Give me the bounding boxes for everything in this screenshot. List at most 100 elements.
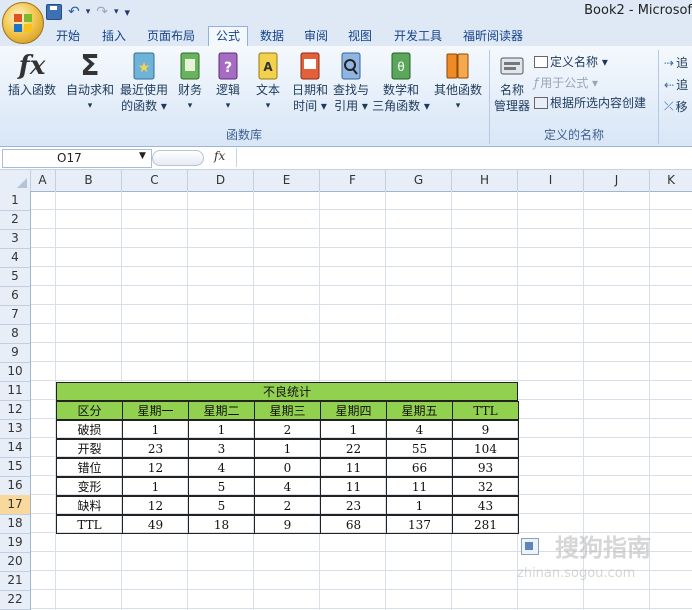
- more-functions-button[interactable]: 其他函数 ▾: [430, 50, 486, 114]
- row-header[interactable]: 17: [0, 495, 30, 515]
- row-header[interactable]: 21: [0, 571, 30, 591]
- row-header[interactable]: 15: [0, 457, 30, 477]
- text-button[interactable]: A 文本 ▾: [252, 50, 284, 114]
- tab-foxit-reader[interactable]: 福昕阅读器: [456, 27, 530, 46]
- tab-home[interactable]: 开始: [50, 27, 86, 46]
- row-header[interactable]: 11: [0, 381, 30, 401]
- table-cell[interactable]: 9: [452, 420, 519, 439]
- row-header[interactable]: 4: [0, 248, 30, 268]
- name-manager-button[interactable]: 名称 管理器: [490, 50, 534, 114]
- table-cell[interactable]: 1: [188, 420, 255, 439]
- column-header-e[interactable]: E: [254, 170, 320, 191]
- table-cell[interactable]: 5: [188, 477, 255, 496]
- column-header-a[interactable]: A: [30, 170, 56, 191]
- tab-view[interactable]: 视图: [342, 27, 378, 46]
- row-header[interactable]: 3: [0, 229, 30, 249]
- column-header-b[interactable]: B: [56, 170, 122, 191]
- table-cell[interactable]: 1: [320, 420, 387, 439]
- tab-insert[interactable]: 插入: [96, 27, 132, 46]
- table-cell[interactable]: 1: [386, 496, 453, 515]
- remove-arrows-button[interactable]: ⤫ 移: [664, 98, 688, 115]
- save-icon[interactable]: [46, 4, 62, 20]
- redo-icon[interactable]: ↷: [96, 4, 108, 20]
- table-cell[interactable]: 23: [122, 439, 189, 458]
- select-all-corner[interactable]: [0, 170, 31, 191]
- table-cell[interactable]: 49: [122, 515, 189, 534]
- row-label-cell[interactable]: 变形: [56, 477, 123, 496]
- dropdown-arrow-icon[interactable]: ▾: [114, 7, 119, 17]
- tab-developer[interactable]: 开发工具: [388, 27, 448, 46]
- table-cell[interactable]: 1: [254, 439, 321, 458]
- undo-icon[interactable]: ↶: [68, 4, 80, 20]
- table-cell[interactable]: 55: [386, 439, 453, 458]
- tab-review[interactable]: 审阅: [298, 27, 334, 46]
- table-cell[interactable]: 11: [386, 477, 453, 496]
- row-header[interactable]: 2: [0, 210, 30, 230]
- table-cell[interactable]: 0: [254, 458, 321, 477]
- table-header-cell[interactable]: 星期一: [122, 401, 189, 420]
- table-header-cell[interactable]: 星期五: [386, 401, 453, 420]
- define-name-button[interactable]: 定义名称 ▾: [534, 53, 608, 70]
- table-cell[interactable]: 66: [386, 458, 453, 477]
- row-header[interactable]: 16: [0, 476, 30, 496]
- trace-precedents-button[interactable]: ⇢ 追: [664, 54, 688, 71]
- use-in-formula-button[interactable]: ƒ 用于公式 ▾: [534, 74, 598, 91]
- table-cell[interactable]: 11: [320, 477, 387, 496]
- table-cell[interactable]: 93: [452, 458, 519, 477]
- table-header-cell[interactable]: 星期三: [254, 401, 321, 420]
- column-header-j[interactable]: J: [584, 170, 650, 191]
- table-cell[interactable]: 9: [254, 515, 321, 534]
- row-header[interactable]: 13: [0, 419, 30, 439]
- table-cell[interactable]: 32: [452, 477, 519, 496]
- row-header[interactable]: 6: [0, 286, 30, 306]
- table-cell[interactable]: 4: [386, 420, 453, 439]
- recently-used-button[interactable]: ★ 最近使用 的函数 ▾: [118, 50, 170, 114]
- table-cell[interactable]: 12: [122, 458, 189, 477]
- row-label-cell[interactable]: 缺料: [56, 496, 123, 515]
- column-header-c[interactable]: C: [122, 170, 188, 191]
- row-label-cell[interactable]: 错位: [56, 458, 123, 477]
- row-header[interactable]: 7: [0, 305, 30, 325]
- table-header-cell[interactable]: 区分: [56, 401, 123, 420]
- table-cell[interactable]: 4: [188, 458, 255, 477]
- logical-button[interactable]: ? 逻辑 ▾: [212, 50, 244, 114]
- row-header[interactable]: 10: [0, 362, 30, 382]
- row-label-cell[interactable]: TTL: [56, 515, 123, 534]
- date-time-button[interactable]: 日期和 时间 ▾: [288, 50, 332, 114]
- row-header[interactable]: 22: [0, 590, 30, 610]
- table-cell[interactable]: 18: [188, 515, 255, 534]
- table-header-cell[interactable]: 星期四: [320, 401, 387, 420]
- lookup-reference-button[interactable]: 查找与 引用 ▾: [330, 50, 372, 114]
- row-label-cell[interactable]: 开裂: [56, 439, 123, 458]
- table-cell[interactable]: 23: [320, 496, 387, 515]
- row-header[interactable]: 5: [0, 267, 30, 287]
- column-header-i[interactable]: I: [518, 170, 584, 191]
- table-cell[interactable]: 1: [122, 477, 189, 496]
- column-header-g[interactable]: G: [386, 170, 452, 191]
- create-from-selection-button[interactable]: 根据所选内容创建: [534, 94, 646, 111]
- table-cell[interactable]: 2: [254, 420, 321, 439]
- table-cell[interactable]: 2: [254, 496, 321, 515]
- name-box[interactable]: O17 ▼: [2, 149, 152, 168]
- dropdown-arrow-icon[interactable]: ▾: [86, 7, 91, 17]
- table-cell[interactable]: 1: [122, 420, 189, 439]
- column-header-d[interactable]: D: [188, 170, 254, 191]
- row-header[interactable]: 18: [0, 514, 30, 534]
- formula-input[interactable]: [236, 148, 691, 167]
- office-button[interactable]: [2, 2, 44, 44]
- table-cell[interactable]: 3: [188, 439, 255, 458]
- row-header[interactable]: 19: [0, 533, 30, 553]
- tab-formulas[interactable]: 公式: [208, 26, 248, 47]
- table-cell[interactable]: 22: [320, 439, 387, 458]
- table-cell[interactable]: 4: [254, 477, 321, 496]
- math-trig-button[interactable]: θ 数学和 三角函数 ▾: [372, 50, 430, 114]
- fx-button[interactable]: fx: [214, 149, 225, 163]
- table-cell[interactable]: 104: [452, 439, 519, 458]
- row-header[interactable]: 8: [0, 324, 30, 344]
- table-cell[interactable]: 281: [452, 515, 519, 534]
- tab-page-layout[interactable]: 页面布局: [142, 27, 200, 46]
- insert-function-button[interactable]: fx 插入函数: [4, 50, 60, 98]
- row-header[interactable]: 1: [0, 191, 30, 211]
- autosum-button[interactable]: Σ 自动求和 ▾: [64, 50, 116, 114]
- table-cell[interactable]: 12: [122, 496, 189, 515]
